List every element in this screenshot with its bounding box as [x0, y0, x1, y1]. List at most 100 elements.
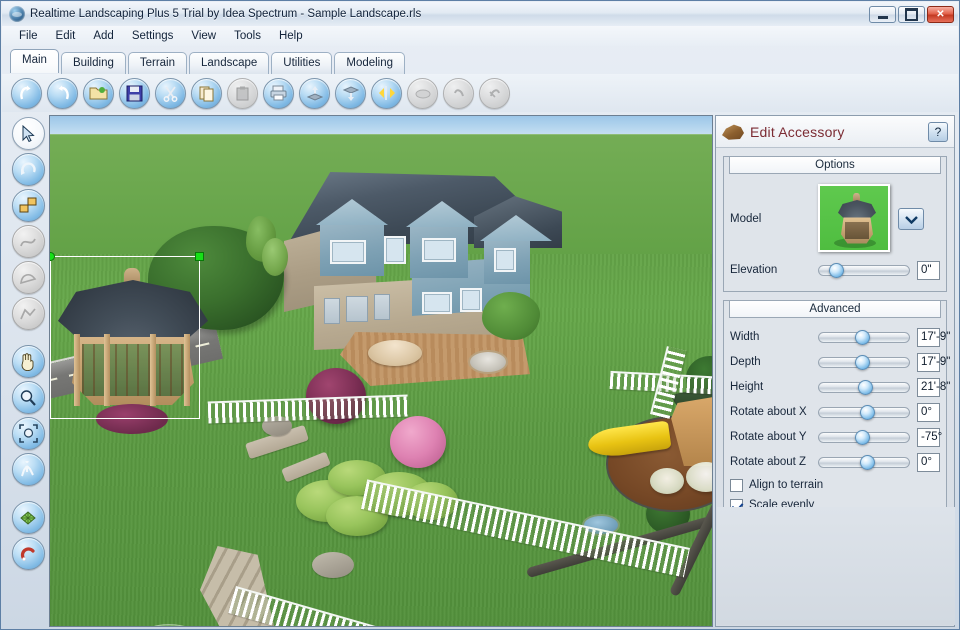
raise-object-icon[interactable]: [299, 77, 330, 109]
redo-icon[interactable]: [47, 77, 78, 109]
lower-object-icon[interactable]: [335, 77, 366, 109]
open-folder-icon[interactable]: [83, 77, 114, 109]
door-patio-2: [346, 296, 368, 322]
pan-hand-icon[interactable]: [11, 345, 45, 378]
width-label: Width: [730, 331, 760, 343]
walkthrough-icon[interactable]: [11, 453, 45, 486]
mirror-flip-icon[interactable]: [371, 77, 402, 109]
3d-viewport[interactable]: ⟳ ● ✋ ↕ Orbit Zoom Pan Height: [49, 115, 713, 627]
width-slider[interactable]: [818, 330, 910, 345]
menu-item-view[interactable]: View: [182, 28, 225, 44]
tree-foundation-shrubs[interactable]: [482, 292, 540, 340]
options-group-title: Options: [729, 156, 941, 174]
menu-item-add[interactable]: Add: [84, 28, 122, 44]
window-lower-1: [422, 292, 452, 314]
height-value[interactable]: 21'-8": [917, 377, 950, 397]
rotate-x-value[interactable]: 0°: [917, 402, 940, 422]
gazebo-thumbnail[interactable]: [818, 184, 890, 252]
door-patio-3: [374, 294, 390, 320]
close-button[interactable]: ✕: [927, 5, 954, 23]
magnet-snap-icon[interactable]: [11, 537, 45, 570]
application-window: Realtime Landscaping Plus 5 Trial by Ide…: [0, 0, 960, 630]
advanced-group: Advanced Width 17'-9" Depth 17'-9" Heigh…: [723, 300, 950, 522]
rotate-z-slider[interactable]: [818, 455, 910, 470]
tab-modeling[interactable]: Modeling: [334, 52, 406, 74]
cut-scissors-icon[interactable]: [155, 77, 186, 109]
depth-row: Depth 17'-9": [730, 351, 950, 373]
menu-item-edit[interactable]: Edit: [47, 28, 85, 44]
paste-clipboard-icon: [227, 77, 258, 109]
width-value[interactable]: 17'-9": [917, 327, 950, 347]
maximize-button[interactable]: [898, 5, 925, 23]
align-to-terrain-label: Align to terrain: [749, 479, 824, 491]
help-button[interactable]: ?: [928, 121, 948, 142]
draw-arc-icon: [11, 261, 45, 294]
app-globe-icon: [9, 6, 25, 22]
print-icon[interactable]: [263, 77, 294, 109]
window-upper-4: [494, 248, 516, 272]
edit-accessory-panel: Edit Accessory ? Options Model Elevation…: [715, 115, 955, 627]
zoom-magnifier-icon[interactable]: [11, 381, 45, 414]
rotate-y-row: Rotate about Y -75°: [730, 426, 942, 448]
tab-main[interactable]: Main: [10, 49, 59, 73]
title-bar: Realtime Landscaping Plus 5 Trial by Ide…: [2, 2, 958, 26]
window-title: Realtime Landscaping Plus 5 Trial by Ide…: [30, 8, 422, 20]
rotate-right-icon: [479, 77, 510, 109]
height-row: Height 21'-8": [730, 376, 950, 398]
align-to-terrain-checkbox[interactable]: [730, 478, 743, 492]
window-upper-1: [330, 240, 366, 264]
elevation-slider-thumb: [829, 263, 845, 278]
height-label: Height: [730, 381, 764, 393]
group-icon: [407, 77, 438, 109]
draw-polyline-icon: [11, 297, 45, 330]
left-tool-palette: [9, 115, 47, 627]
selection-bounding-box: [50, 252, 204, 419]
ornamental-grass-1: [650, 468, 684, 494]
align-to-terrain-row[interactable]: Align to terrain: [730, 476, 940, 494]
grid-terrain-icon[interactable]: [11, 501, 45, 534]
selection-handle-corner[interactable]: [195, 252, 204, 261]
elevation-value[interactable]: 0": [917, 260, 940, 280]
menu-item-tools[interactable]: Tools: [225, 28, 270, 44]
depth-label: Depth: [730, 356, 761, 368]
minimize-button[interactable]: [869, 5, 896, 23]
tab-terrain[interactable]: Terrain: [127, 52, 188, 74]
main-toolbar: [2, 74, 958, 112]
tab-building[interactable]: Building: [60, 52, 126, 74]
model-label: Model: [730, 213, 762, 225]
chevron-down-icon[interactable]: [898, 208, 924, 230]
rotate-x-slider[interactable]: [818, 405, 910, 420]
elevation-slider[interactable]: [818, 263, 910, 278]
menu-item-help[interactable]: Help: [270, 28, 312, 44]
select-arrow-icon[interactable]: [11, 117, 45, 150]
rotate-y-label: Rotate about Y: [730, 431, 807, 443]
rotate-y-value[interactable]: -75°: [917, 427, 942, 447]
panel-header: Edit Accessory ?: [716, 116, 954, 148]
depth-value[interactable]: 17'-9": [917, 352, 950, 372]
selection-handle-rotate[interactable]: [50, 252, 55, 261]
menu-item-settings[interactable]: Settings: [123, 28, 183, 44]
window-upper-3: [422, 238, 456, 262]
rotate-object-icon[interactable]: [11, 153, 45, 186]
rotate-z-value[interactable]: 0°: [917, 452, 940, 472]
panel-empty-area: [717, 507, 955, 625]
undo-icon[interactable]: [11, 77, 42, 109]
rotate-z-label: Rotate about Z: [730, 456, 807, 468]
rotate-z-row: Rotate about Z 0°: [730, 451, 940, 473]
menu-bar: File Edit Add Settings View Tools Help: [2, 26, 958, 46]
depth-slider[interactable]: [818, 355, 910, 370]
window-lower-2: [460, 288, 482, 312]
duplicate-icon[interactable]: [11, 189, 45, 222]
tab-utilities[interactable]: Utilities: [271, 52, 333, 74]
save-floppy-icon[interactable]: [119, 77, 150, 109]
tab-landscape[interactable]: Landscape: [189, 52, 270, 74]
tab-strip: Main Building Terrain Landscape Utilitie…: [2, 49, 958, 74]
copy-pages-icon[interactable]: [191, 77, 222, 109]
rotate-y-slider[interactable]: [818, 430, 910, 445]
zoom-extents-icon[interactable]: [11, 417, 45, 450]
height-slider[interactable]: [818, 380, 910, 395]
menu-item-file[interactable]: File: [10, 28, 47, 44]
elevation-row: Elevation 0": [730, 259, 940, 281]
tree-small-2[interactable]: [262, 238, 288, 276]
hot-tub: [468, 350, 508, 374]
